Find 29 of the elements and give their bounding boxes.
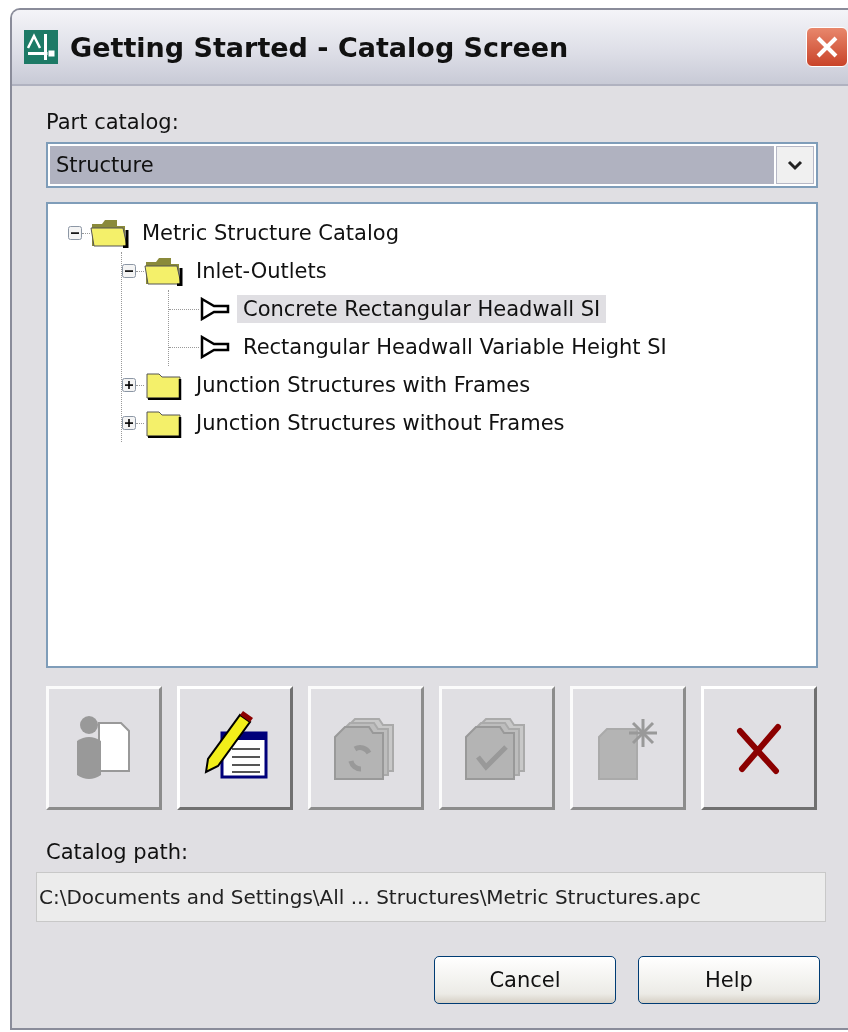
toolbar-button[interactable] [177, 686, 293, 810]
tree-item[interactable]: Metric Structure Catalog [136, 219, 405, 247]
tree-item[interactable]: Junction Structures with Frames [190, 371, 537, 399]
folder-icon [144, 408, 184, 438]
tree-item[interactable]: Concrete Rectangular Headwall SI [237, 295, 607, 323]
dialog-button[interactable]: Cancel [434, 956, 616, 1004]
folder-icon [90, 218, 130, 248]
dialog-button[interactable]: Help [638, 956, 820, 1004]
expand-icon[interactable] [122, 378, 136, 392]
folder-icon [144, 370, 184, 400]
window-title: Getting Started - Catalog Screen [70, 31, 570, 63]
delete-icon [734, 721, 784, 775]
tree-item[interactable]: Junction Structures without Frames [190, 409, 571, 437]
close-button[interactable] [806, 27, 848, 67]
catalog-path-field[interactable]: C:\Documents and Settings\All ... Structures\Metric Structures.apc [36, 872, 826, 922]
toolbar-button[interactable] [701, 686, 817, 810]
headwall-icon [199, 335, 231, 359]
folder-icon [144, 256, 184, 286]
expand-icon[interactable] [122, 416, 136, 430]
collapse-icon[interactable] [68, 226, 82, 240]
collapse-icon[interactable] [122, 264, 136, 278]
tree-item[interactable]: Inlet-Outlets [190, 257, 333, 285]
field-label: Part catalog: [46, 110, 180, 134]
field-label: Catalog path: [46, 840, 190, 864]
catalog-dropdown[interactable]: Structure [46, 142, 818, 188]
close-icon [814, 34, 840, 60]
headwall-icon [199, 297, 231, 321]
app-icon [24, 30, 58, 64]
tree-item[interactable]: Rectangular Headwall Variable Height SI [237, 333, 673, 361]
